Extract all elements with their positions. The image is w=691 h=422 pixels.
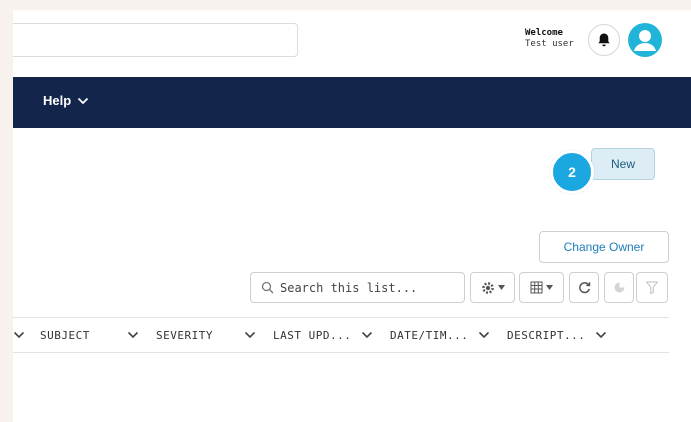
page: Welcome Test user Help New 2 Change Owne… xyxy=(13,10,691,422)
caret-down-icon xyxy=(497,285,505,290)
table-icon xyxy=(530,281,543,294)
user-avatar-icon xyxy=(634,30,656,51)
list-search-box[interactable] xyxy=(250,272,465,303)
main-navbar: Help xyxy=(13,77,691,128)
column-header-date-time[interactable]: DATE/TIM... xyxy=(390,329,468,342)
welcome-block: Welcome Test user xyxy=(525,28,575,49)
nav-help-label: Help xyxy=(43,93,72,108)
column-header-description[interactable]: DESCRIPT... xyxy=(507,329,585,342)
column-header-subject[interactable]: SUBJECT xyxy=(40,329,90,342)
new-button[interactable]: New xyxy=(591,148,655,180)
display-as-button[interactable] xyxy=(519,272,564,303)
change-owner-button[interactable]: Change Owner xyxy=(539,231,669,263)
chevron-down-icon[interactable] xyxy=(478,330,490,340)
chevron-down-icon[interactable] xyxy=(13,330,25,340)
search-icon xyxy=(261,281,274,294)
welcome-title: Welcome xyxy=(525,28,563,38)
filter-icon xyxy=(646,281,658,294)
refresh-icon xyxy=(578,282,590,294)
chevron-down-icon[interactable] xyxy=(127,330,139,340)
charts-button[interactable] xyxy=(604,272,634,303)
welcome-user-name: Test user xyxy=(525,39,574,49)
step-badge: 2 xyxy=(550,150,594,194)
chart-icon xyxy=(614,282,624,293)
table-header-row: SUBJECT SEVERITY LAST UPD... DATE/TIM...… xyxy=(13,317,669,353)
nav-item-help[interactable]: Help xyxy=(43,93,89,108)
filter-button[interactable] xyxy=(636,272,668,303)
chevron-down-icon xyxy=(78,97,89,104)
bell-icon xyxy=(598,33,610,47)
refresh-button[interactable] xyxy=(569,272,599,303)
list-search-input[interactable] xyxy=(280,280,450,295)
global-search-input[interactable] xyxy=(13,23,298,57)
caret-down-icon xyxy=(546,285,553,290)
chevron-down-icon[interactable] xyxy=(595,330,607,340)
user-avatar[interactable] xyxy=(628,23,662,57)
column-header-severity[interactable]: SEVERITY xyxy=(156,329,213,342)
column-header-last-updated[interactable]: LAST UPD... xyxy=(273,329,351,342)
notifications-button[interactable] xyxy=(588,24,620,56)
gear-icon xyxy=(481,281,494,294)
list-settings-button[interactable] xyxy=(470,272,515,303)
chevron-down-icon[interactable] xyxy=(361,330,373,340)
chevron-down-icon[interactable] xyxy=(244,330,256,340)
